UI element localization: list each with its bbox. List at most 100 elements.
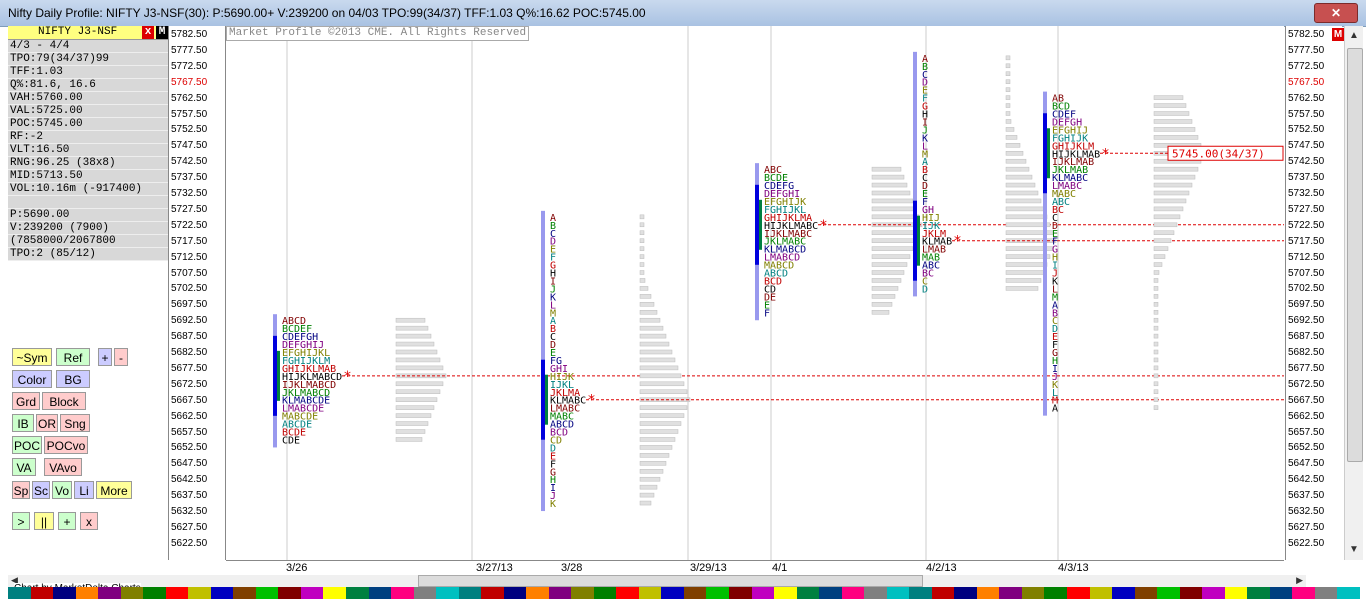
price-label: 5692.50 <box>171 315 208 327</box>
color-swatch <box>954 587 977 599</box>
initial-balance-bar <box>759 199 762 250</box>
marker-button[interactable]: M <box>1332 28 1344 41</box>
symbol-header: NIFTY J3-NSF x M <box>8 26 168 40</box>
volume-bar <box>1153 357 1159 363</box>
volume-bar <box>871 302 893 307</box>
market-profile-chart[interactable]: ABCD BCDEF CDEFGH DEFGHIJ EFGHIJKL FGHIJKLM GH… <box>226 26 1284 560</box>
price-label: 5707.50 <box>1288 267 1325 279</box>
close-window-button[interactable]: ✕ <box>1314 3 1358 23</box>
tool-button[interactable]: Block <box>42 392 86 410</box>
volume-bar <box>395 437 423 442</box>
tool-button[interactable]: POCvo <box>44 436 88 454</box>
color-swatch <box>841 587 865 599</box>
scroll-up-icon[interactable]: ▲ <box>1346 28 1362 44</box>
tool-button[interactable]: OR <box>36 414 58 432</box>
color-swatch <box>1134 587 1158 599</box>
tool-button[interactable]: || <box>34 512 54 530</box>
horizontal-scroll-thumb[interactable] <box>418 575 923 587</box>
tool-button[interactable]: VA <box>12 458 36 476</box>
poc-price-text: 5745.00(34/37) <box>1172 147 1265 160</box>
horizontal-scrollbar[interactable]: ◀ ▶ <box>8 575 1306 587</box>
vertical-scroll-thumb[interactable] <box>1347 48 1363 462</box>
volume-bar <box>1005 174 1033 180</box>
volume-bar <box>1005 119 1012 124</box>
price-label: 5762.50 <box>171 92 208 104</box>
tool-button[interactable]: VAvo <box>44 458 82 476</box>
vertical-scrollbar[interactable]: ▲ ▼ <box>1344 26 1363 560</box>
tool-button[interactable]: More <box>96 481 132 499</box>
price-label: 5767.50 <box>1288 76 1325 88</box>
volume-bar <box>1005 79 1011 84</box>
date-label: 4/2/13 <box>926 562 957 574</box>
color-swatch <box>976 587 1000 599</box>
price-label: 5662.50 <box>1288 410 1325 422</box>
tool-button[interactable]: Sng <box>60 414 90 432</box>
tool-button[interactable]: POC <box>12 436 42 454</box>
tool-button[interactable]: Sc <box>32 481 50 499</box>
volume-bar <box>639 381 685 387</box>
stat-row: VOL:10.16m (-917400) <box>8 183 168 196</box>
color-swatch <box>886 587 910 599</box>
price-label: 5782.50 <box>171 29 208 40</box>
scroll-right-icon[interactable]: ▶ <box>1296 575 1303 586</box>
price-label: 5647.50 <box>1288 458 1325 470</box>
volume-bar <box>1153 381 1159 387</box>
initial-balance-bar <box>545 374 548 425</box>
color-swatch <box>503 587 527 599</box>
scroll-down-icon[interactable]: ▼ <box>1346 542 1362 558</box>
tool-button[interactable]: IB <box>12 414 34 432</box>
tool-button[interactable]: + <box>98 348 112 366</box>
price-label: 5747.50 <box>1288 140 1325 152</box>
price-label: 5742.50 <box>1288 156 1325 168</box>
volume-bar <box>1005 214 1048 220</box>
volume-bar <box>871 310 890 315</box>
panel-close-button[interactable]: x <box>142 26 154 39</box>
info-panel: NIFTY J3-NSF x M 4/3 - 4/4 TPO:79(34/37)9… <box>8 26 169 560</box>
initial-balance-bar <box>917 215 920 266</box>
volume-bar <box>639 453 670 458</box>
price-label: 5777.50 <box>1288 44 1325 56</box>
tool-button[interactable]: x <box>80 512 98 530</box>
volume-bar <box>639 476 661 482</box>
volume-bar <box>639 325 664 331</box>
volume-bar <box>1005 190 1039 196</box>
price-axis-right: 5782.50 5777.50 5772.50 5767.50 5762.50 5757.… <box>1285 26 1342 560</box>
price-label: 5642.50 <box>1288 474 1325 486</box>
volume-bar <box>639 500 652 506</box>
volume-bar <box>871 166 902 172</box>
volume-bar <box>871 238 917 243</box>
price-label: 5702.50 <box>1288 283 1325 295</box>
value-area-bar <box>913 200 917 281</box>
tool-button[interactable]: Vo <box>52 481 72 499</box>
volume-bar <box>639 341 670 347</box>
color-swatch <box>120 587 144 599</box>
price-label: 5742.50 <box>171 156 208 168</box>
volume-bar <box>871 230 920 235</box>
tool-button[interactable]: Ref <box>56 348 90 366</box>
tool-button[interactable]: BG <box>56 370 90 388</box>
tool-button[interactable]: Li <box>74 481 94 499</box>
volume-bar <box>871 286 899 291</box>
price-label: 5677.50 <box>171 362 208 374</box>
volume-bar <box>639 262 645 267</box>
tool-button[interactable]: Sp <box>12 481 30 499</box>
tool-button[interactable]: > <box>12 512 30 530</box>
price-label: 5782.50 <box>1288 29 1325 40</box>
color-swatch <box>999 587 1022 599</box>
stat-row: TPO:79(34/37)99 <box>8 53 168 66</box>
volume-bar <box>639 222 645 228</box>
color-swatch <box>233 587 256 599</box>
tool-button[interactable]: Grd <box>12 392 40 410</box>
volume-bar <box>1153 119 1193 124</box>
volume-bar <box>639 357 676 363</box>
volume-bar <box>1005 206 1045 212</box>
tool-button[interactable]: - <box>114 348 128 366</box>
stat-row <box>8 196 168 209</box>
stat-row: TFF:1.03 <box>8 66 168 79</box>
price-label: 5727.50 <box>1288 203 1325 215</box>
tool-button[interactable]: ~Sym <box>12 348 52 366</box>
tool-button[interactable]: + <box>58 512 76 530</box>
color-swatch <box>593 587 617 599</box>
panel-mode-button[interactable]: M <box>156 26 168 39</box>
tool-button[interactable]: Color <box>12 370 52 388</box>
